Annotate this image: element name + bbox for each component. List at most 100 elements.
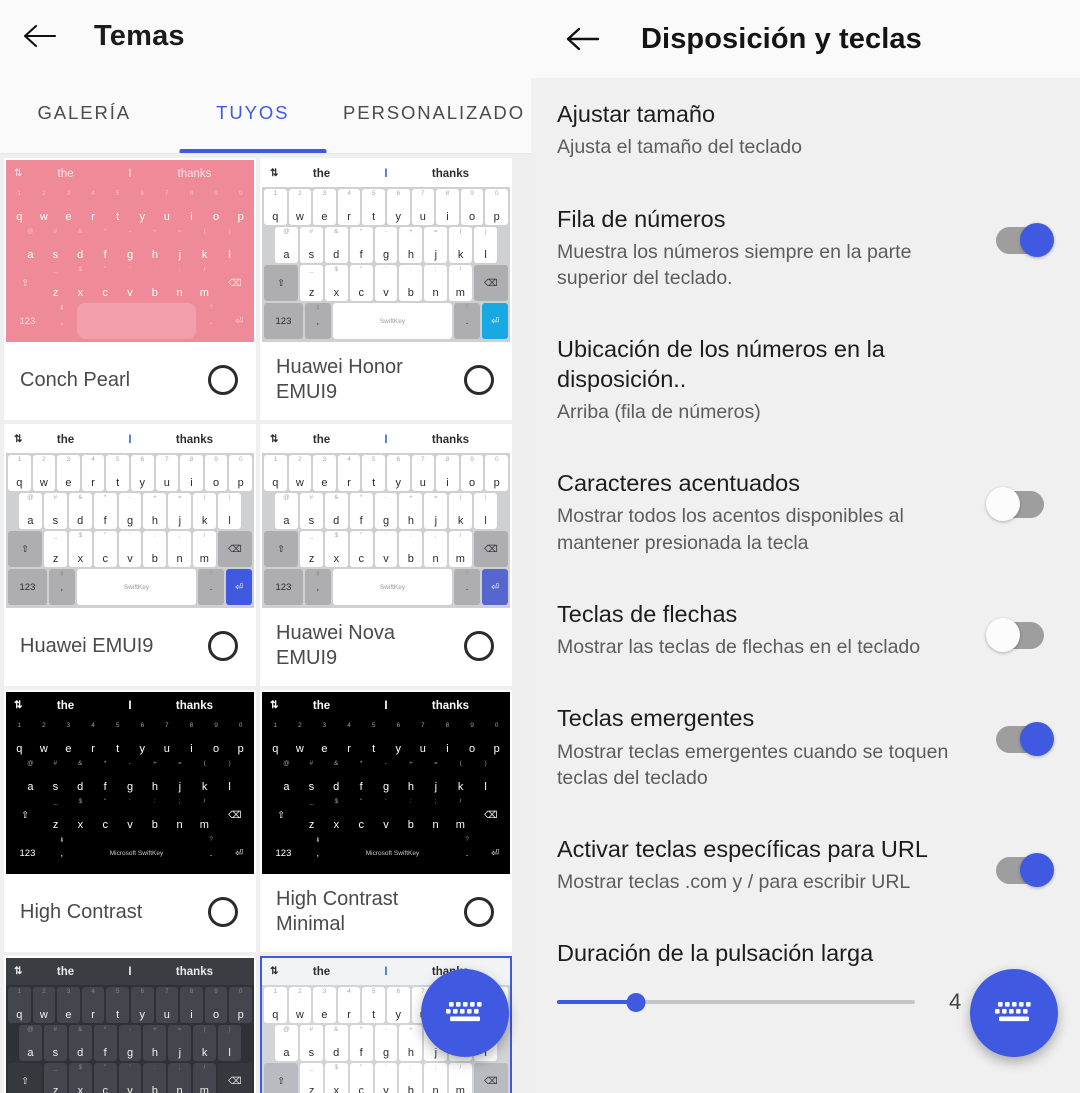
keyboard-preview: ⇅theIthanks1q2w3e4r5t6y7u8i9o0p@a#s&d*f-…: [6, 692, 254, 874]
setting-toggle[interactable]: [986, 487, 1054, 521]
key-superscript: +: [152, 228, 157, 236]
slider-thumb[interactable]: [626, 992, 646, 1012]
setting-toggle[interactable]: [986, 222, 1054, 257]
theme-card[interactable]: ⇅theIthanks1q2w3e4r5t6y7u8i9o0p@a#s&d*f-…: [260, 158, 512, 420]
keyboard-key: ⏎: [482, 303, 509, 339]
setting-toggle[interactable]: [986, 617, 1054, 652]
setting-row[interactable]: Ubicación de los números en la disposici…: [531, 313, 1080, 447]
keyboard-key: " c: [102, 798, 108, 832]
theme-card[interactable]: ⇅theIthanks1q2w3e4r5t6y7u8i9o0p@a#s&d*f-…: [260, 424, 512, 686]
theme-card[interactable]: ⇅theIthanks1q2w3e4r5t6y7u8i9o0p@a#s&d*f-…: [4, 158, 256, 420]
key-superscript: -: [384, 1026, 388, 1034]
theme-name: Huawei EMUI9: [20, 634, 154, 657]
long-press-slider[interactable]: [557, 992, 915, 1012]
setting-row[interactable]: Teclas emergentes Mostrar teclas emergent…: [531, 682, 1080, 813]
keyboard-key: (k: [449, 227, 473, 264]
keyboard-key: :b: [143, 531, 167, 568]
keyboard-key: -g: [126, 228, 134, 262]
theme-card[interactable]: ⇅theIthanks1q2w3e4r5t6y7u8i9o0p@a#s&d*f-…: [4, 956, 256, 1093]
theme-select-radio[interactable]: [464, 365, 494, 395]
tab-personalizado[interactable]: PERSONALIZADO: [337, 72, 531, 154]
keyboard-row: 1q2w3e4r5t6y7u8i9o0p: [8, 454, 252, 492]
key-superscript: (: [459, 228, 462, 236]
keyboard-key: $ x: [325, 265, 348, 302]
keyboard-key: =j: [168, 1025, 192, 1062]
keyboard-key: / m: [199, 266, 209, 300]
keyboard-fab-themes[interactable]: [421, 969, 509, 1057]
setting-row[interactable]: Ajustar tamaño Ajusta el tamaño del tecla…: [531, 78, 1080, 183]
keyboard-key: $ x: [77, 798, 84, 832]
setting-row[interactable]: Teclas de flechas Mostrar las teclas de f…: [531, 578, 1080, 683]
theme-select-radio[interactable]: [464, 897, 494, 927]
keyboard-key: 5t: [106, 455, 129, 492]
key-superscript: *: [103, 494, 107, 502]
keyboard-key: _ z: [52, 798, 59, 832]
setting-subtitle: Ajusta el tamaño del teclado: [557, 136, 802, 159]
keyboard-row: @a #s&d *f -g +h =j (k)l: [264, 758, 508, 796]
key-superscript: 0: [238, 988, 243, 996]
keyboard-key: / m: [448, 531, 472, 568]
key-superscript: 9: [214, 988, 218, 996]
themes-grid[interactable]: ⇅ the Ithanks 1 q 2 w 3 e 4 r 5 t 6 y 7 u 8 i 9 o 0 p @ a # s & d * f -…: [0, 154, 531, 1093]
keyboard-key: ⌫: [473, 265, 508, 302]
keyboard-key: ⌫: [473, 531, 508, 568]
theme-name: High Contrast Minimal: [276, 888, 399, 935]
keyboard-key: 5t: [115, 722, 120, 756]
key-superscript: ⬇: [315, 305, 321, 313]
key-superscript: ': [129, 798, 131, 806]
setting-row[interactable]: Caracteres acentuados Mostrar todos los a…: [531, 447, 1080, 578]
key-superscript: ?: [209, 836, 213, 844]
keyboard-key: / m: [199, 798, 209, 832]
keyboard-key: :b: [151, 266, 158, 300]
theme-card[interactable]: ⇅theIthanks1q2w3e4r5t6y7u8i9o0p@a#s&d*f-…: [4, 690, 256, 952]
back-button-themes[interactable]: [14, 10, 66, 62]
keyboard-icon: [994, 997, 1034, 1030]
keyboard-key: @ a: [19, 493, 42, 530]
key-superscript: *: [103, 1026, 107, 1034]
keyboard-key: 4r: [337, 987, 361, 1024]
keyboard-key: 2w: [32, 455, 56, 492]
prediction-word: thanks: [175, 965, 214, 978]
theme-card[interactable]: ⇅theIthanks1q2w3e4r5t6y7u8i9o0p@a#s&d*f-…: [4, 424, 256, 686]
key-superscript: ): [228, 1026, 231, 1034]
keyboard-key: $ x: [333, 798, 340, 832]
setting-row[interactable]: Fila de números Muestra los números siemp…: [531, 183, 1080, 314]
theme-select-radio[interactable]: [208, 365, 238, 395]
expand-icon: ⇅: [14, 168, 23, 180]
prediction-word: thanks: [431, 167, 470, 180]
theme-select-radio[interactable]: [208, 897, 238, 927]
tab-galeria[interactable]: GALERÍA: [0, 72, 169, 154]
keyboard-fab-settings[interactable]: [970, 969, 1058, 1057]
keyboard-preview: ⇅theIthanks1q2w3e4r5t6y7u8i9o0p@a#s&d*f-…: [262, 426, 510, 608]
keyboard-key: 123: [264, 303, 303, 339]
tab-tuyos[interactable]: TUYOS: [169, 72, 338, 154]
key-superscript: ": [104, 1064, 107, 1072]
key-superscript: 2: [298, 190, 302, 198]
theme-card[interactable]: ⇅theIthanks1q2w3e4r5t6y7u8i9o0p@a#s&d*f-…: [260, 690, 512, 952]
keyboard-key: 7u: [419, 722, 426, 756]
key-superscript: $: [78, 1064, 83, 1072]
key-superscript: @: [283, 760, 290, 768]
theme-select-radio[interactable]: [208, 631, 238, 661]
keyboard-key: 1q: [16, 190, 23, 224]
keyboard-key: 8i: [436, 189, 459, 226]
keyboard-key: 4r: [337, 455, 361, 492]
setting-toggle[interactable]: [986, 722, 1054, 757]
keyboard-key: 2w: [288, 189, 312, 226]
theme-name: Huawei Honor EMUI9: [276, 356, 403, 403]
key-superscript: ?: [465, 304, 469, 312]
theme-select-radio[interactable]: [464, 631, 494, 661]
keyboard-key: ?.: [465, 836, 469, 859]
setting-toggle[interactable]: [986, 852, 1054, 887]
keyboard-key: )l: [218, 1025, 242, 1062]
back-button-settings[interactable]: [557, 13, 609, 65]
setting-row[interactable]: Activar teclas específicas para URL Mostr…: [531, 813, 1080, 918]
keyboard-key: 6y: [395, 722, 402, 756]
keyboard-key: [76, 303, 197, 339]
keyboard-preview: ⇅theIthanks1q2w3e4r5t6y7u8i9o0p@a#s&d*f-…: [6, 958, 254, 1093]
key-superscript: 5: [115, 456, 120, 464]
key-superscript: (: [203, 494, 206, 502]
key-superscript: #: [309, 494, 314, 502]
keyboard-key: 3e: [57, 455, 80, 492]
keyboard-key: _ z: [44, 1063, 67, 1093]
